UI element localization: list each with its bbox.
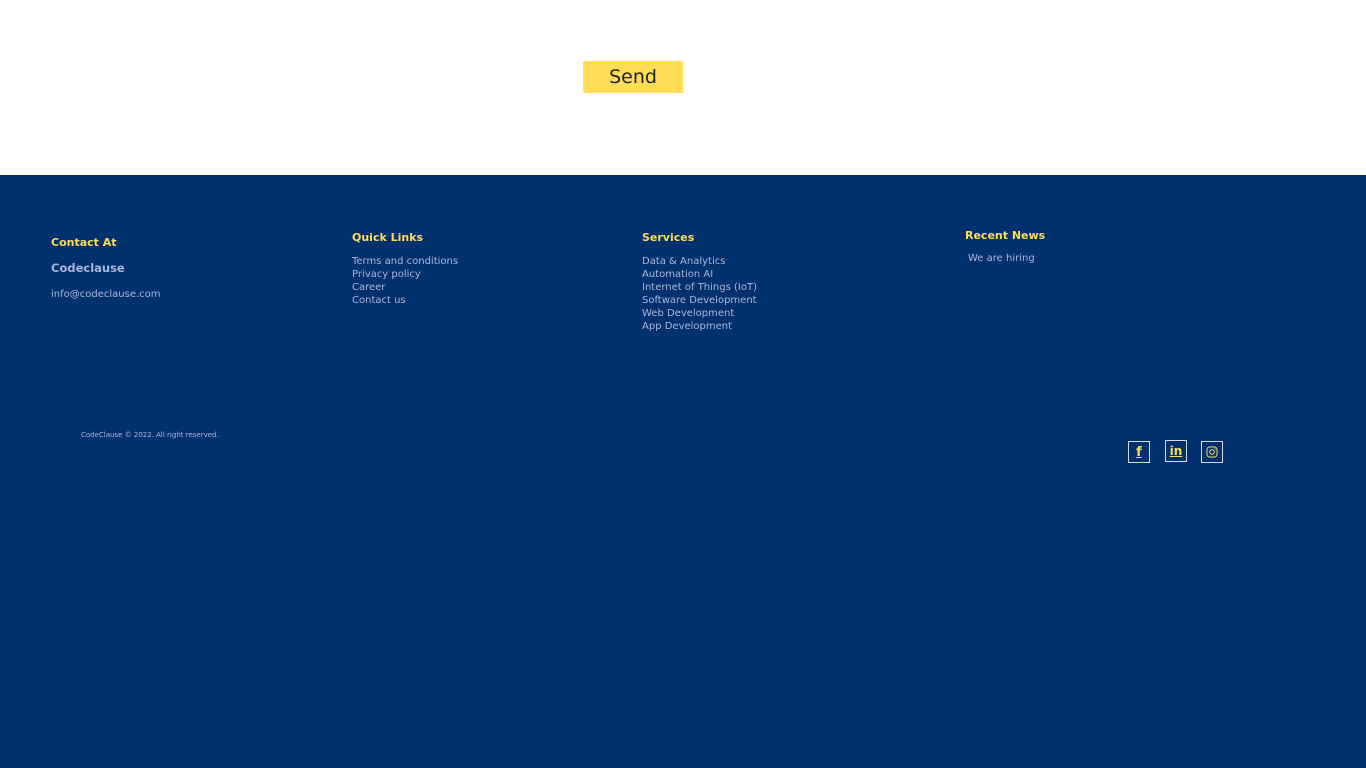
footer-contact-column: Contact At Codeclause info@codeclause.co… bbox=[51, 236, 161, 301]
instagram-link[interactable] bbox=[1201, 441, 1223, 463]
news-item[interactable]: We are hiring bbox=[968, 252, 1045, 265]
linkedin-link[interactable]: in bbox=[1165, 440, 1187, 462]
facebook-link[interactable]: f bbox=[1128, 441, 1150, 463]
instagram-icon bbox=[1206, 446, 1218, 458]
service-link-iot[interactable]: Internet of Things (IoT) bbox=[642, 281, 757, 294]
facebook-icon: f bbox=[1136, 444, 1142, 460]
footer-news-column: Recent News We are hiring bbox=[965, 229, 1045, 265]
recent-news-heading: Recent News bbox=[965, 229, 1046, 242]
footer-link-career[interactable]: Career bbox=[352, 281, 458, 294]
footer-link-privacy[interactable]: Privacy policy bbox=[352, 268, 458, 281]
service-link-automation-ai[interactable]: Automation AI bbox=[642, 268, 757, 281]
service-link-web-development[interactable]: Web Development bbox=[642, 307, 757, 320]
company-name: Codeclause bbox=[51, 261, 125, 275]
footer-link-contact[interactable]: Contact us bbox=[352, 294, 458, 307]
quick-links-heading: Quick Links bbox=[352, 231, 424, 244]
send-button[interactable]: Send bbox=[583, 61, 683, 93]
contact-form-section: Send bbox=[0, 0, 1366, 175]
service-link-data-analytics[interactable]: Data & Analytics bbox=[642, 255, 757, 268]
service-link-software-development[interactable]: Software Development bbox=[642, 294, 757, 307]
services-heading: Services bbox=[642, 231, 695, 244]
site-footer: Contact At Codeclause info@codeclause.co… bbox=[0, 175, 1366, 768]
copyright-text: CodeClause © 2022. All right reserved. bbox=[81, 431, 219, 439]
linkedin-icon: in bbox=[1169, 444, 1183, 458]
contact-email-link[interactable]: info@codeclause.com bbox=[51, 288, 161, 301]
footer-quick-links-column: Quick Links Terms and conditions Privacy… bbox=[352, 231, 458, 307]
contact-heading: Contact At bbox=[51, 236, 117, 249]
footer-link-terms[interactable]: Terms and conditions bbox=[352, 255, 458, 268]
footer-services-column: Services Data & Analytics Automation AI … bbox=[642, 231, 757, 333]
service-link-app-development[interactable]: App Development bbox=[642, 320, 757, 333]
